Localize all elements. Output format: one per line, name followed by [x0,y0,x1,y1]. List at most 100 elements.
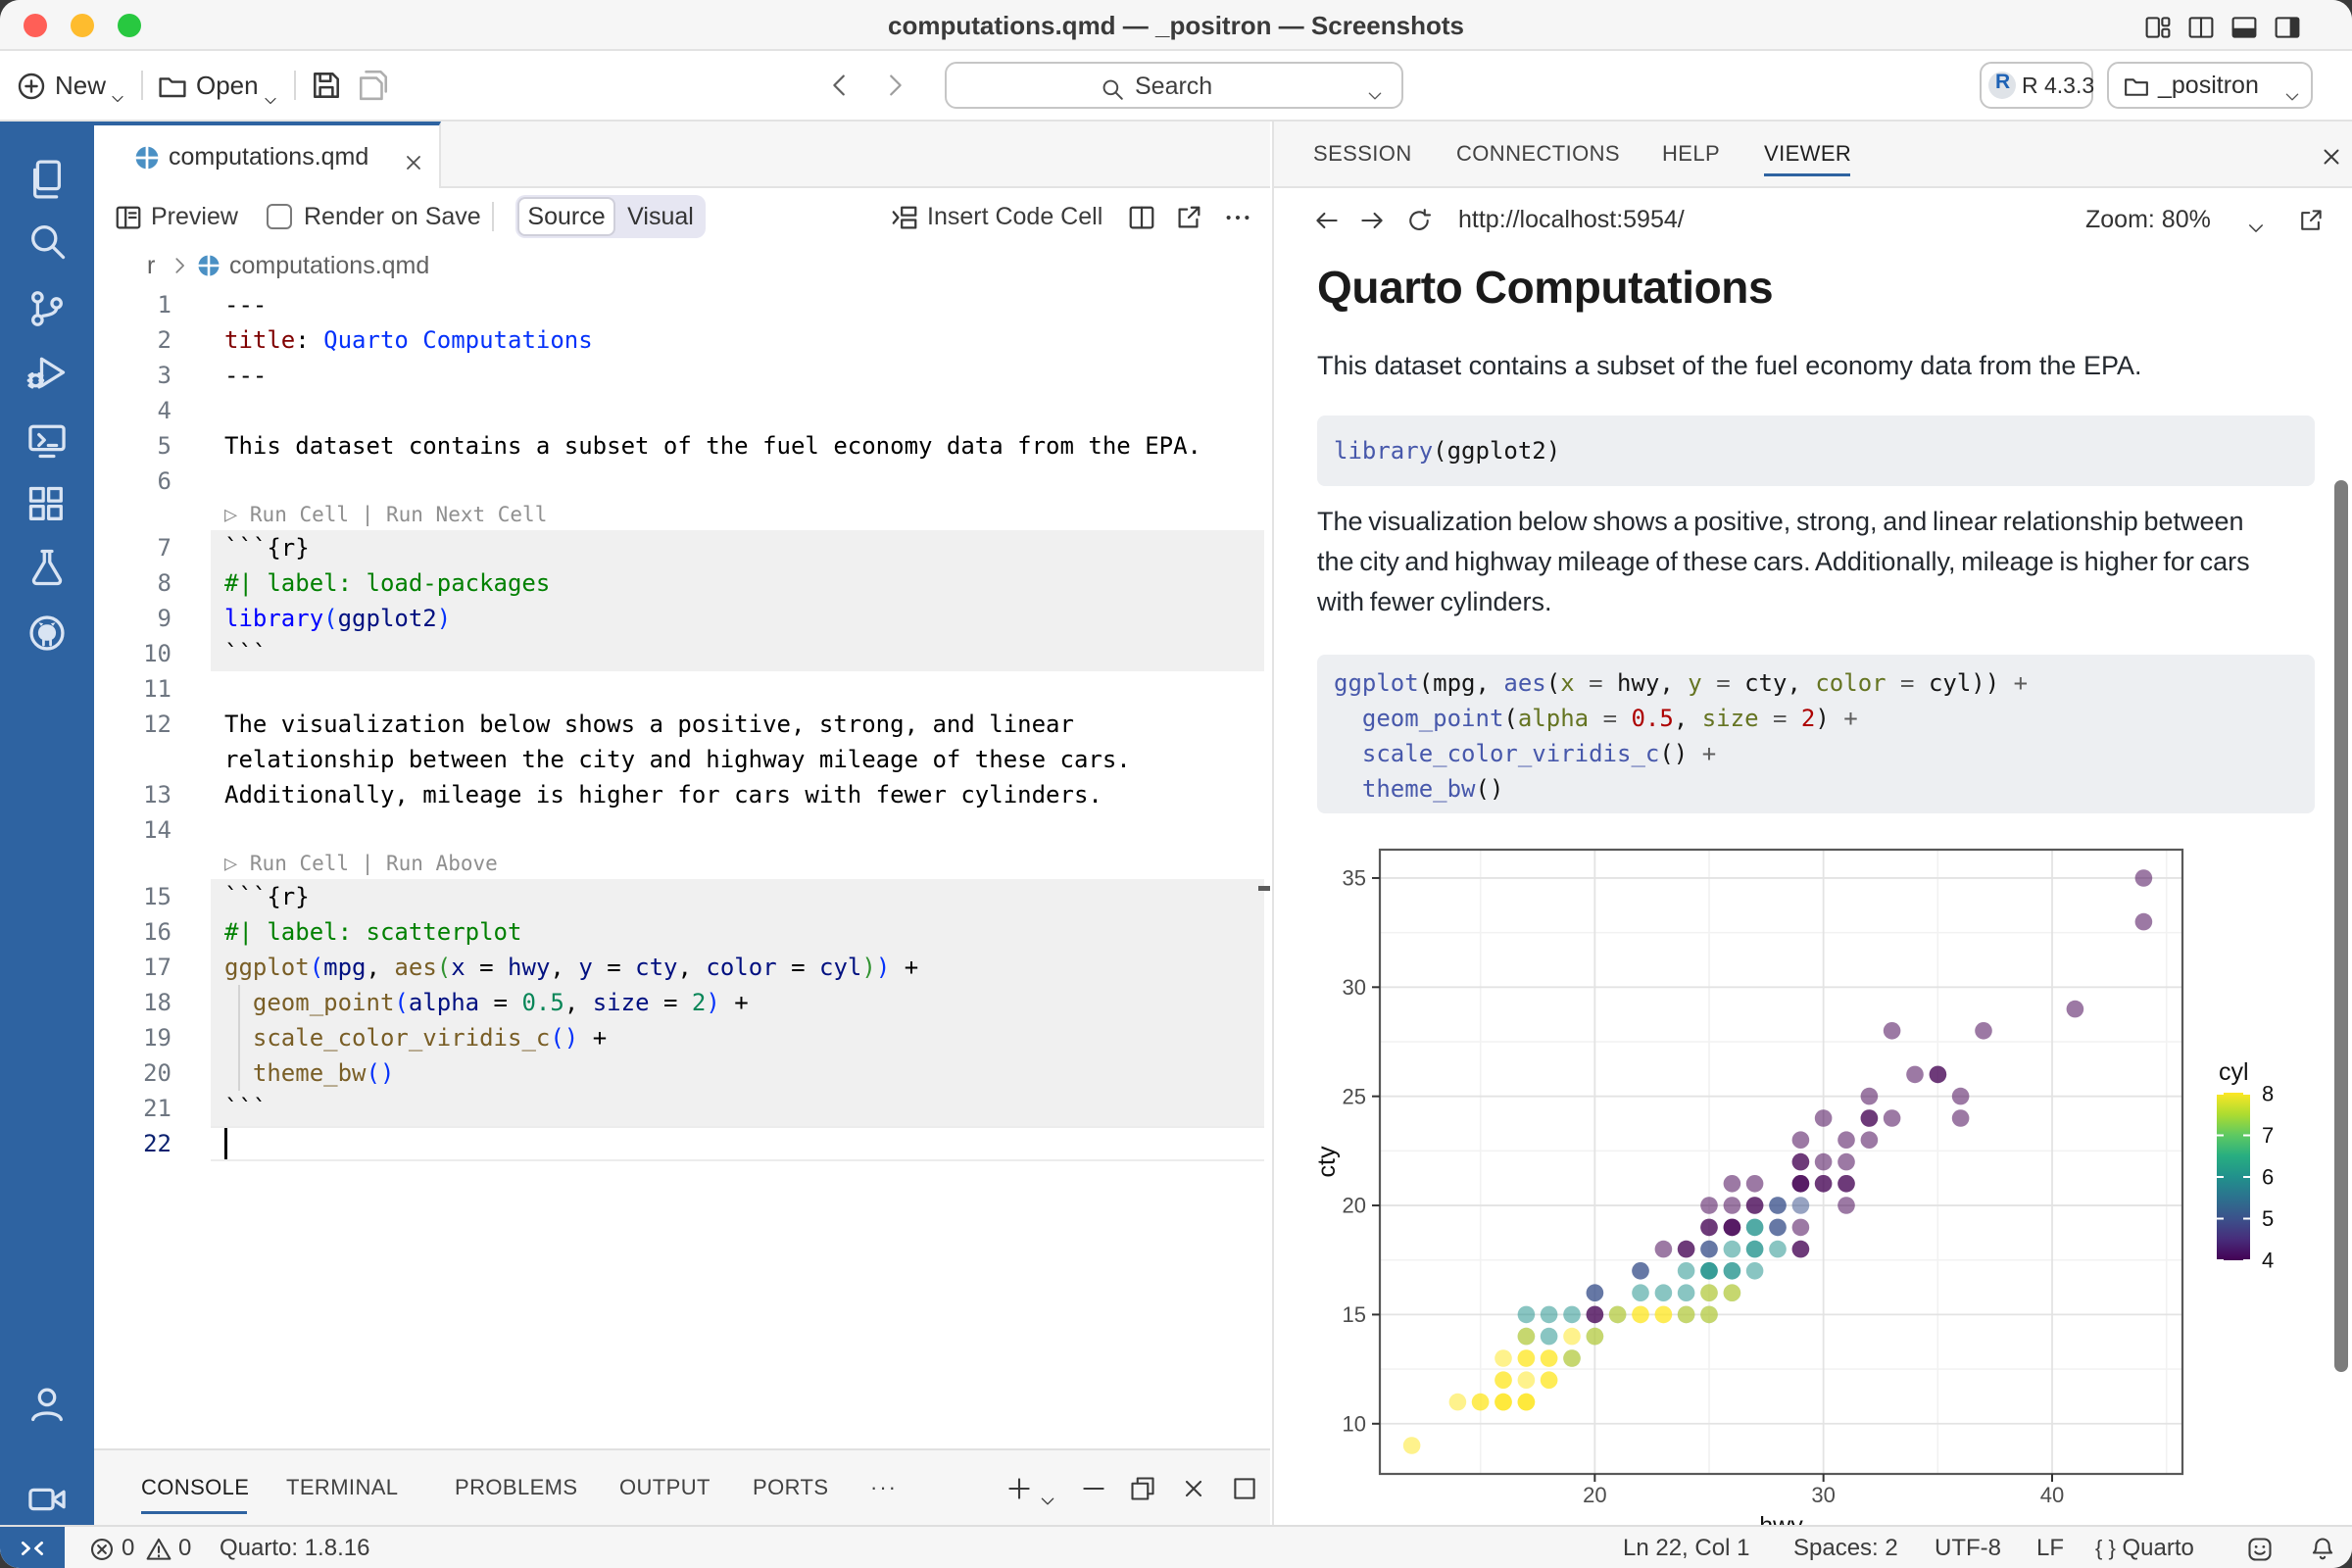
visual-tab[interactable]: Visual [617,197,704,236]
encoding[interactable]: UTF-8 [1935,1527,2001,1568]
files-icon[interactable] [25,158,69,201]
code-line: ▷ Run Cell | Run Above [94,848,1270,879]
open-folder-icon[interactable] [157,71,188,102]
save-icon[interactable] [310,69,343,102]
open-chevron-icon[interactable] [263,80,278,96]
nav-forward-icon[interactable] [880,71,909,100]
sessions-icon[interactable] [25,418,69,462]
tab-close-icon[interactable] [402,146,425,170]
new-file-icon[interactable] [16,71,47,102]
panel-tab-ports[interactable]: PORTS [753,1450,828,1525]
panel-tab-terminal[interactable]: TERMINAL [286,1450,398,1525]
right-tab-session[interactable]: SESSION [1313,122,1412,186]
viewer-back-icon[interactable] [1313,206,1341,233]
page-title: Quarto Computations [1317,261,1773,314]
layout-grid-icon[interactable] [2144,13,2172,40]
errors-count[interactable]: 0 [122,1527,134,1568]
panel-close-icon[interactable] [1180,1474,1207,1501]
notifications-bell-icon[interactable] [2309,1535,2336,1562]
workspace-label: _positron [2158,64,2259,107]
panel-tab-problems[interactable]: PROBLEMS [455,1450,577,1525]
viewer-reload-icon[interactable] [1405,206,1433,233]
panel-more-tabs[interactable]: ··· [870,1450,898,1525]
workspace-folder-icon [2123,72,2150,99]
quarto-version[interactable]: Quarto: 1.8.16 [220,1527,369,1568]
workspace-button[interactable]: _positron [2107,62,2313,109]
panel-minimize-icon[interactable] [1080,1474,1107,1501]
extensions-icon[interactable] [25,483,69,526]
svg-text:40: 40 [2040,1483,2064,1507]
code-line: 20 theme_bw() [94,1055,1270,1091]
eol-indicator[interactable]: LF [2036,1527,2064,1568]
breadcrumb-root[interactable]: r [147,245,155,286]
layout-columns-icon[interactable] [2187,13,2215,40]
page-paragraph-1: This dataset contains a subset of the fu… [1317,351,2141,381]
right-panel-tabs: SESSION CONNECTIONS HELP VIEWER [1274,122,2352,188]
warnings-icon[interactable] [145,1535,172,1562]
insert-code-cell-icon[interactable] [890,203,919,232]
panel-restore-icon[interactable] [1129,1474,1156,1501]
viewer-zoom-level[interactable]: Zoom: 80% [2085,188,2211,251]
save-all-icon[interactable] [357,69,390,102]
open-external-icon[interactable] [1174,203,1203,232]
search-icon [1100,74,1125,99]
feedback-smiley-icon[interactable] [2246,1535,2274,1562]
code-line: 17ggplot(mpg, aes(x = hwy, y = cty, colo… [94,950,1270,985]
viewer-forward-icon[interactable] [1358,206,1386,233]
testing-icon[interactable] [25,546,69,589]
layout-panel-icon[interactable] [2230,13,2258,40]
breadcrumb-file[interactable]: computations.qmd [229,245,429,286]
account-icon[interactable] [25,1383,69,1426]
interpreter-button[interactable]: R R 4.3.3 [1980,62,2093,109]
cursor-position[interactable]: Ln 22, Col 1 [1623,1527,1749,1568]
right-tab-connections[interactable]: CONNECTIONS [1456,122,1620,186]
run-debug-icon[interactable] [25,351,69,394]
viewer-url[interactable]: http://localhost:5954/ [1458,188,1685,251]
code-line: 10``` [94,636,1270,671]
viewer-content: Quarto Computations This dataset contain… [1274,251,2352,1525]
remote-indicator[interactable] [0,1527,65,1568]
more-actions-icon[interactable] [1223,203,1252,232]
right-tab-help[interactable]: HELP [1662,122,1720,186]
nav-back-icon[interactable] [825,71,855,100]
panel-maximize-icon[interactable] [1231,1474,1258,1501]
panel-add-icon[interactable] [1005,1474,1033,1501]
source-control-icon[interactable] [25,287,69,330]
errors-icon[interactable] [88,1535,116,1562]
source-tab[interactable]: Source [517,197,615,236]
panel-tab-output[interactable]: OUTPUT [619,1450,710,1525]
breadcrumb: r computations.qmd [94,245,1270,286]
viewer-open-external-icon[interactable] [2297,206,2325,233]
insert-code-cell-button[interactable]: Insert Code Cell [927,188,1102,245]
code-line: 21``` [94,1091,1270,1126]
open-button[interactable]: Open [196,51,259,120]
code-line: 1--- [94,287,1270,322]
code-line: 9library(ggplot2) [94,601,1270,636]
right-panel-close-icon[interactable] [2319,141,2344,167]
panel-add-chevron-icon[interactable] [1039,1482,1056,1499]
globe-icon[interactable] [25,612,69,655]
layout-right-icon[interactable] [2274,13,2301,40]
editor-group: computations.qmd Preview Render on Save … [94,122,1270,1448]
warnings-count[interactable]: 0 [178,1527,191,1568]
language-mode[interactable]: { } Quarto [2095,1527,2194,1568]
code-editor[interactable]: 1---2title: Quarto Computations3---45Thi… [94,286,1270,1374]
title-bar: computations.qmd — _positron — Screensho… [0,0,2352,51]
viewer-zoom-chevron-icon[interactable] [2246,210,2266,229]
tab-computations[interactable]: computations.qmd [94,122,441,188]
render-on-save-checkbox[interactable] [267,204,292,229]
svg-text:35: 35 [1343,866,1366,891]
search-input[interactable]: Search [945,62,1403,109]
indentation[interactable]: Spaces: 2 [1793,1527,1898,1568]
viewer-scrollbar[interactable] [2334,480,2348,1372]
search-icon[interactable] [25,220,69,263]
svg-text:25: 25 [1343,1084,1366,1108]
split-editor-icon[interactable] [1127,203,1156,232]
camera-icon[interactable] [25,1478,69,1521]
new-chevron-icon[interactable] [110,78,125,94]
preview-icon[interactable] [114,203,143,232]
new-button[interactable]: New [55,51,106,120]
right-tab-viewer[interactable]: VIEWER [1764,122,1851,186]
render-on-save-label[interactable]: Render on Save [304,188,481,245]
preview-button[interactable]: Preview [151,188,238,245]
